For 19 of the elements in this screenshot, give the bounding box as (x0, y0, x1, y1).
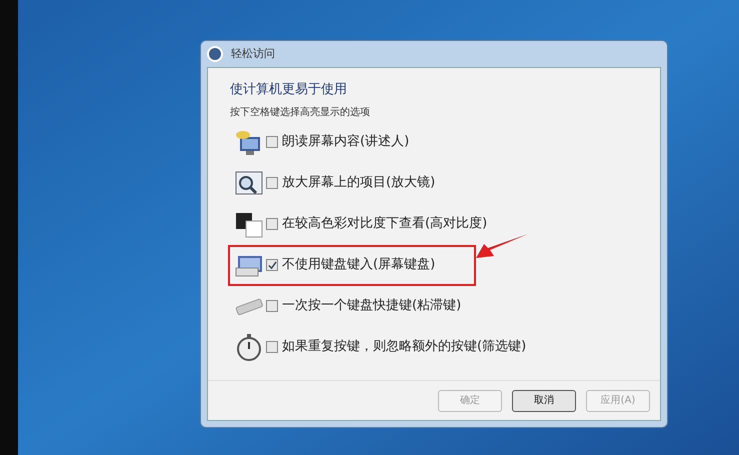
option-label[interactable]: 在较高色彩对比度下查看(高对比度) (282, 214, 488, 234)
option-label[interactable]: 放大屏幕上的项目(放大镜) (282, 173, 436, 193)
option-label[interactable]: 如果重复按键，则忽略额外的按键(筛选键) (282, 337, 526, 357)
instruction-text: 按下空格键选择高亮显示的选项 (230, 106, 371, 120)
dialog-heading: 使计算机更易于使用 (230, 81, 348, 99)
checkbox[interactable] (266, 218, 278, 230)
option-label[interactable]: 一次按一个键盘快捷键(粘滞键) (282, 296, 462, 316)
option-label[interactable]: 朗读屏幕内容(讲述人) (282, 132, 410, 152)
checkbox[interactable] (266, 300, 278, 312)
window-title: 轻松访问 (231, 46, 275, 62)
checkbox[interactable] (266, 259, 278, 271)
checkbox[interactable] (266, 177, 278, 189)
check-icon (268, 260, 276, 270)
checkbox[interactable] (266, 341, 278, 353)
stopwatch-icon (234, 332, 264, 362)
dialog-button[interactable]: 取消 (512, 390, 576, 412)
accessibility-icon (207, 46, 223, 62)
option-label[interactable]: 不使用键盘键入(屏幕键盘) (282, 255, 436, 275)
checkbox[interactable] (266, 136, 278, 148)
